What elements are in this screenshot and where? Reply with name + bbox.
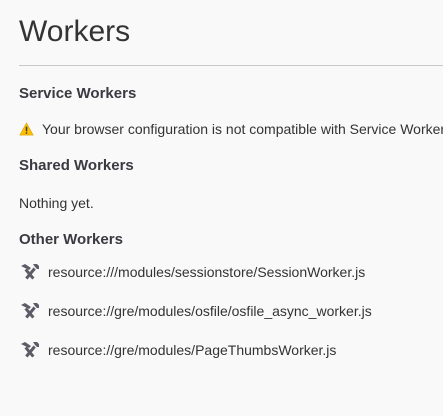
service-workers-heading: Service Workers <box>19 85 137 102</box>
worker-url[interactable]: resource://gre/modules/osfile/osfile_asy… <box>48 303 372 319</box>
worker-item: resource://gre/modules/PageThumbsWorker.… <box>19 340 336 360</box>
shared-workers-heading: Shared Workers <box>19 157 134 174</box>
shared-workers-empty-text: Nothing yet. <box>19 195 94 211</box>
worker-item: resource://gre/modules/osfile/osfile_asy… <box>19 301 372 321</box>
warning-icon <box>19 122 34 136</box>
other-workers-heading: Other Workers <box>19 231 123 248</box>
warning-text: Your browser configuration is not compat… <box>42 121 443 137</box>
title-divider <box>19 65 443 66</box>
worker-item: resource:///modules/sessionstore/Session… <box>19 262 365 282</box>
page-title: Workers <box>19 15 131 48</box>
worker-url[interactable]: resource:///modules/sessionstore/Session… <box>48 264 365 280</box>
about-debugging-workers-page: Workers Service Workers Your browser con… <box>0 0 443 416</box>
tools-icon <box>21 303 39 319</box>
service-workers-warning: Your browser configuration is not compat… <box>19 120 443 138</box>
tools-icon <box>21 264 39 280</box>
tools-icon <box>21 342 39 358</box>
worker-url[interactable]: resource://gre/modules/PageThumbsWorker.… <box>48 342 336 358</box>
